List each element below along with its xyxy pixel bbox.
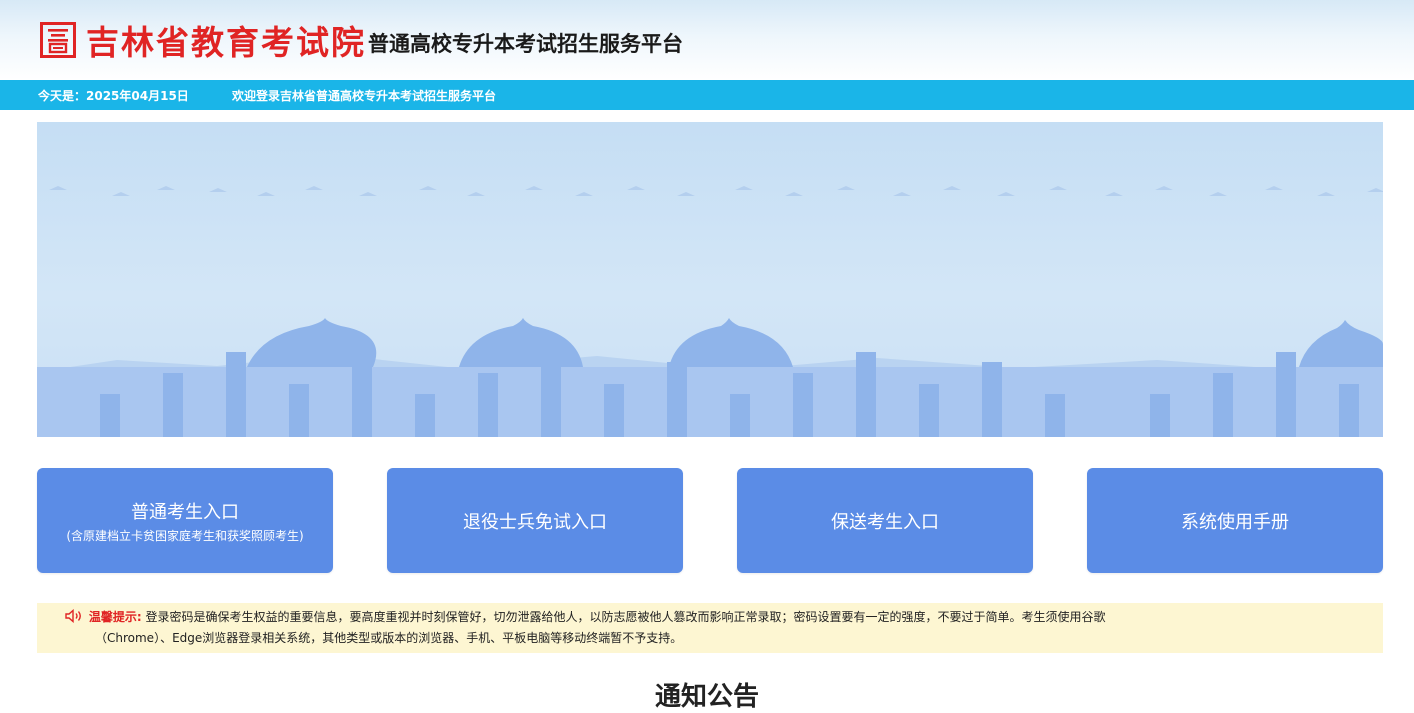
org-name: 吉林省教育考试院 [86, 23, 366, 62]
entry-label: 退役士兵免试入口 [463, 511, 607, 533]
entry-label: 保送考生入口 [831, 511, 939, 533]
regular-student-entry-button[interactable]: 普通考生入口 (含原建档立卡贫困家庭考生和获奖照顾考生) [37, 468, 333, 573]
tip-text-line2: （Chrome）、Edge浏览器登录相关系统，其他类型或版本的浏览器、手机、平板… [95, 631, 683, 645]
dome-decorations [247, 318, 1383, 367]
seal-logo-icon [40, 22, 76, 58]
banner-image [37, 122, 1383, 437]
user-manual-button[interactable]: 系统使用手册 [1087, 468, 1383, 573]
speaker-icon [65, 609, 81, 623]
platform-name: 普通高校专升本考试招生服务平台 [368, 32, 683, 56]
info-bar: 今天是：2025年04月15日 欢迎登录吉林省普通高校专升本考试招生服务平台 [0, 80, 1414, 110]
bird-decorations [49, 186, 1383, 196]
recommended-student-entry-button[interactable]: 保送考生入口 [737, 468, 1033, 573]
today-date: 今天是：2025年04月15日 [38, 89, 189, 103]
section-title: 通知公告 [654, 682, 759, 712]
tip-text-line1: 登录密码是确保考生权益的重要信息，要高度重视并时刻保管好，切勿泄露给他人，以防志… [145, 610, 1106, 624]
veteran-exempt-entry-button[interactable]: 退役士兵免试入口 [387, 468, 683, 573]
entry-label: 系统使用手册 [1181, 511, 1289, 533]
tip-label: 温馨提示: [88, 610, 142, 624]
entry-sublabel: (含原建档立卡贫困家庭考生和获奖照顾考生) [66, 528, 304, 543]
warm-tip-notice: 温馨提示: 登录密码是确保考生权益的重要信息，要高度重视并时刻保管好，切勿泄露给… [37, 603, 1383, 653]
welcome-text: 欢迎登录吉林省普通高校专升本考试招生服务平台 [232, 89, 497, 103]
entry-label: 普通考生入口 [131, 501, 239, 523]
site-header: 吉林省教育考试院 普通高校专升本考试招生服务平台 [0, 0, 1414, 80]
